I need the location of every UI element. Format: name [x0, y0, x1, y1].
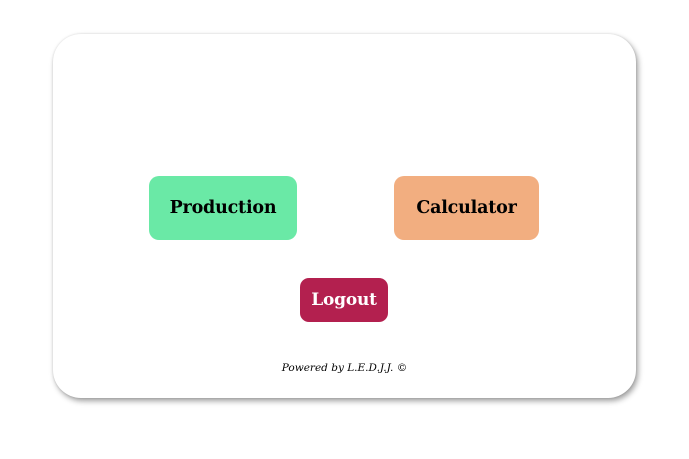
powered-by-footer: Powered by L.E.D.J.J. ©: [281, 362, 408, 374]
main-card: Production Calculator Logout Powered by …: [53, 34, 636, 398]
logout-button[interactable]: Logout: [300, 278, 388, 322]
calculator-button[interactable]: Calculator: [394, 176, 539, 240]
production-button[interactable]: Production: [149, 176, 297, 240]
